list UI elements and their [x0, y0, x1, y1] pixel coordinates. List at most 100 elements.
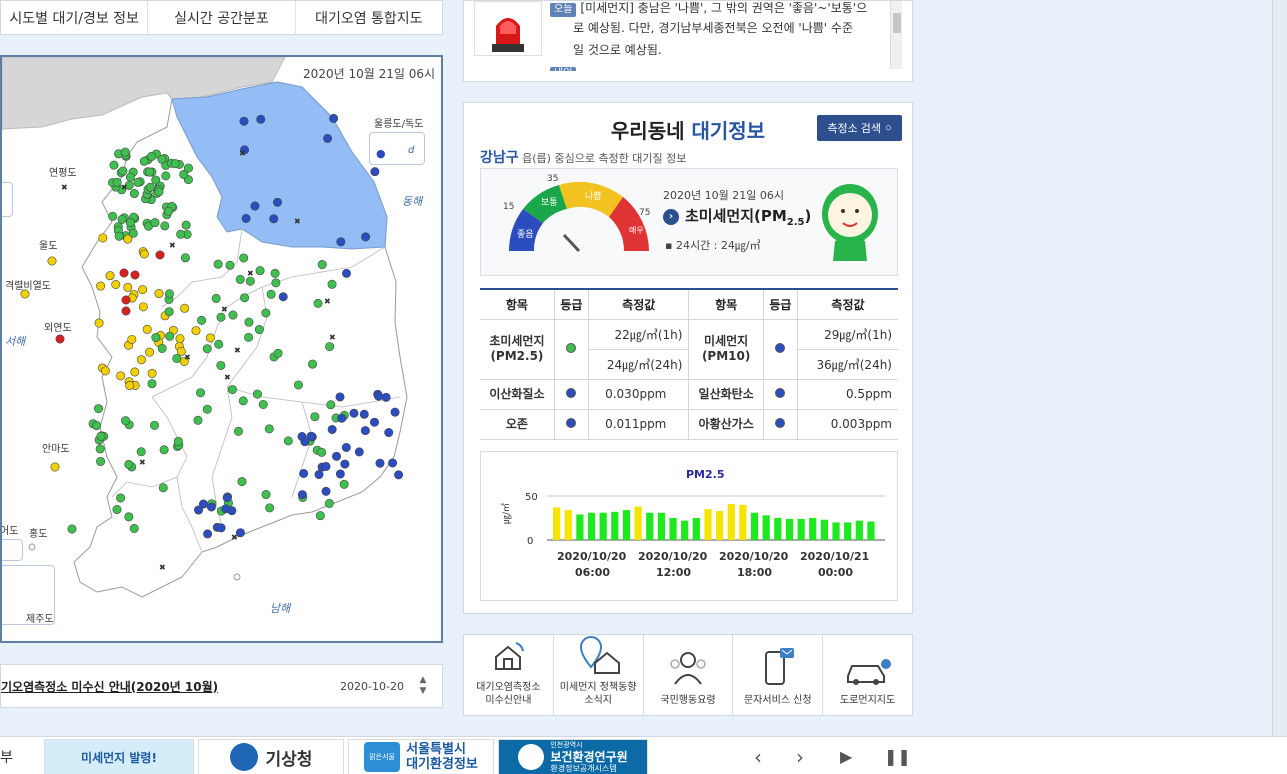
region-name[interactable]: 강남구 [480, 150, 519, 166]
station-marker [240, 293, 250, 303]
badge-today: 오늘 [550, 3, 577, 17]
banner-kma[interactable]: 기상청 [198, 739, 344, 774]
station-marker [121, 306, 131, 316]
station-marker [145, 182, 155, 192]
menu-road-dust-map[interactable]: 도로먼지지도 [823, 635, 912, 715]
station-marker [315, 511, 325, 521]
station-marker [164, 307, 174, 317]
station-offline-icon: ✖ [234, 346, 241, 355]
station-marker [335, 469, 345, 479]
no2-value: 0.030ppm [588, 379, 690, 410]
station-marker [161, 171, 171, 181]
tab-integrated-map[interactable]: 대기오염 통합지도 [296, 1, 442, 34]
next-icon[interactable]: › [796, 745, 804, 769]
menu-station-notice[interactable]: 대기오염측정소 미수신안내 [464, 635, 554, 715]
station-marker [154, 187, 164, 197]
notice-up-icon[interactable]: ▲ [416, 675, 430, 686]
alert-row: 내일 [550, 63, 880, 71]
menu-label: 문자서비스 신청 [743, 695, 812, 706]
o3-value: 0.011ppm [588, 409, 690, 440]
station-marker [191, 326, 201, 336]
ulleung-station-icon: ● [376, 147, 386, 160]
station-marker [235, 274, 245, 284]
station-offline-icon: ✖ [329, 333, 336, 342]
station-marker [181, 220, 191, 230]
gauge-24h-value: ▪ 24시간 : 24㎍/㎥ [665, 239, 761, 252]
banner-fine-dust[interactable]: 미세먼지 발령! [44, 739, 194, 774]
tab-city-alert[interactable]: 시도별 대기/경보 정보 [1, 1, 149, 34]
pm10-1h: 29㎍/㎥(1h) [797, 319, 898, 350]
station-marker [147, 368, 157, 378]
pm10-grade [763, 319, 798, 380]
station-marker [139, 249, 149, 259]
station-marker [327, 424, 337, 434]
notice-title-link[interactable]: 기오염측정소 미수신 안내(2020년 10월) [1, 678, 218, 695]
menu-policy-news[interactable]: 미세먼지 정책동향 소식지 [554, 635, 644, 715]
chart-bar [739, 504, 747, 540]
station-marker [265, 503, 275, 513]
station-marker [254, 325, 264, 335]
air-quality-map[interactable]: ✖✖✖✖✖✖✖✖✖✖✖✖✖✖✖✖ 2020년 10월 21일 06시 ● d 울… [0, 55, 443, 643]
label-oeyeon: 외연도 [44, 323, 72, 334]
station-marker [283, 436, 293, 446]
chart-bar [657, 512, 666, 540]
station-marker [164, 289, 174, 299]
eocheong-box[interactable] [2, 539, 23, 561]
station-marker [244, 317, 254, 327]
banner-incheon[interactable]: 인천광역시 보건환경연구원 환경정보공개시스템 [498, 739, 648, 774]
chart-bar [646, 512, 654, 540]
footer-left-text: 부 [0, 750, 13, 766]
station-marker [120, 147, 130, 157]
forecast-text[interactable]: 오늘 [미세먼지] 충남은 '나쁨', 그 밖의 권역은 '좋음'~'보통'으 로… [550, 1, 900, 71]
station-marker [317, 260, 327, 270]
notice-date: 2020-10-20 [340, 679, 404, 693]
chart-bar [692, 518, 700, 540]
station-marker [313, 298, 323, 308]
alert-scrollbar[interactable] [890, 1, 902, 69]
header-value: 측정값 [588, 288, 690, 320]
station-marker [55, 334, 65, 344]
station-marker [325, 342, 335, 352]
tab-spatial-distribution[interactable]: 실시간 공간분포 [148, 1, 296, 34]
station-marker [92, 421, 102, 431]
gauge-item-title[interactable]: › 초미세먼지(PM2.5) [663, 205, 811, 228]
station-offline-icon: ✖ [294, 217, 301, 226]
station-marker [321, 461, 331, 471]
label-eocheong: 어도 [0, 526, 19, 537]
ulleung-dokdo-box[interactable]: ● d [369, 132, 425, 165]
gauge-needle [562, 233, 581, 253]
header-item: 항목 [688, 288, 764, 320]
gauge-tick: 35 [547, 174, 558, 184]
gauge-date: 2020년 10월 21일 06시 [663, 189, 784, 202]
station-marker [170, 159, 180, 169]
western-island-box[interactable] [2, 182, 13, 217]
station-marker [216, 312, 226, 322]
station-marker [67, 524, 77, 534]
prev-icon[interactable]: ‹ [754, 745, 762, 769]
station-marker [354, 447, 364, 457]
station-marker [157, 154, 167, 164]
chart-bar [832, 522, 840, 540]
play-icon[interactable]: ▶ [840, 747, 852, 766]
chart-y-tick: 0 [527, 536, 533, 547]
region-line: 강남구 읍(릅) 중심으로 측정한 대기질 정보 [480, 150, 687, 166]
station-marker [123, 234, 133, 244]
station-marker [381, 392, 391, 402]
station-marker [339, 479, 349, 489]
station-marker [216, 360, 226, 370]
notice-down-icon[interactable]: ▼ [416, 686, 430, 697]
menu-action-guide[interactable]: 국민행동요령 [644, 635, 734, 715]
page-scrollbar[interactable] [1272, 0, 1287, 736]
pause-icon[interactable]: ❚❚ [884, 747, 911, 766]
station-marker [50, 462, 60, 472]
station-marker [342, 268, 352, 278]
station-search-button[interactable]: 측정소 검색 ○ [817, 115, 902, 141]
badge-tomorrow: 내일 [550, 67, 577, 71]
station-marker [360, 426, 370, 436]
menu-sms-service[interactable]: 문자서비스 신청 [733, 635, 824, 715]
station-marker [125, 218, 135, 228]
station-marker [222, 493, 232, 503]
banner-seoul[interactable]: 맑은서울 서울특별시 대기환경정보 [348, 739, 494, 774]
station-offline-icon: ✖ [121, 183, 128, 192]
grade-good-icon [775, 343, 786, 353]
